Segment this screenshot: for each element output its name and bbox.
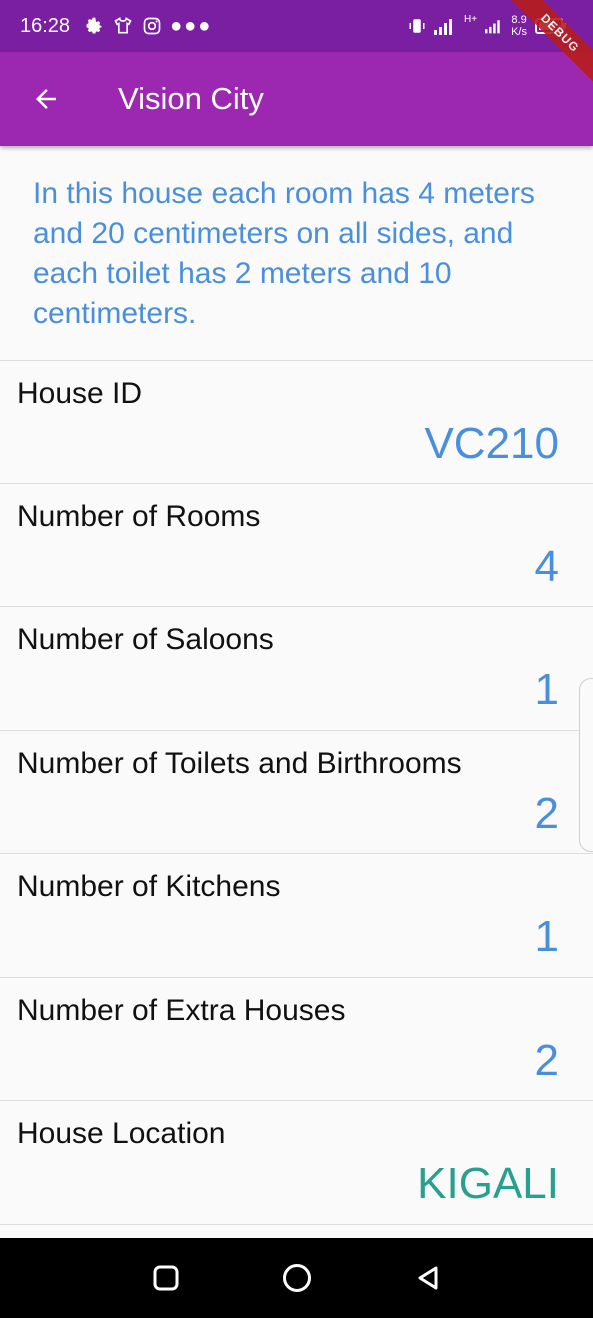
house-details-scroll[interactable]: In this house each room has 4 meters and… <box>0 146 593 1238</box>
row-divider <box>0 1224 593 1238</box>
back-icon <box>418 1266 437 1290</box>
detail-label: House Location <box>17 1117 226 1150</box>
detail-label: Number of Toilets and Birthrooms <box>17 747 462 780</box>
detail-label: Number of Extra Houses <box>17 994 346 1027</box>
detail-label: Number of Kitchens <box>17 870 281 903</box>
house-description: In this house each room has 4 meters and… <box>33 177 535 330</box>
more-dots-icon: ●●● <box>170 14 213 37</box>
detail-value: VC210 <box>424 419 559 468</box>
signal-strength-icon-2 <box>485 20 500 34</box>
detail-row-toilets: Number of Toilets and Birthrooms 2 <box>0 730 593 853</box>
detail-row-extra-houses: Number of Extra Houses 2 <box>0 977 593 1100</box>
arrow-left-icon <box>36 89 56 109</box>
detail-row-rooms: Number of Rooms 4 <box>0 483 593 606</box>
detail-value: 4 <box>534 542 559 591</box>
recent-apps-icon <box>153 1265 178 1291</box>
status-notification-icons: ●●● <box>84 15 212 38</box>
detail-value: 2 <box>534 1036 559 1085</box>
vibrate-icon <box>409 19 425 33</box>
app-bar: Vision City <box>0 52 593 146</box>
detail-value: 1 <box>534 665 559 714</box>
system-back-button[interactable] <box>408 1258 448 1298</box>
back-button[interactable] <box>16 69 76 129</box>
edge-panel-handle[interactable] <box>579 678 593 852</box>
detail-row-location: House Location KIGALI <box>0 1100 593 1223</box>
detail-value: 2 <box>534 789 559 838</box>
detail-value: 1 <box>534 912 559 961</box>
detail-label: House ID <box>17 377 143 410</box>
detail-row-saloons: Number of Saloons 1 <box>0 606 593 729</box>
home-button[interactable] <box>277 1258 317 1298</box>
detail-label: Number of Rooms <box>17 500 261 533</box>
detail-value-location: KIGALI <box>417 1159 559 1208</box>
home-icon <box>282 1264 311 1292</box>
signal-strength-icon <box>434 19 453 35</box>
recent-apps-button[interactable] <box>146 1258 186 1298</box>
detail-row-house-id: House ID VC210 <box>0 360 593 483</box>
status-time: 16:28 <box>20 14 71 37</box>
page-title: Vision City <box>118 81 264 116</box>
instagram-icon <box>143 17 161 35</box>
network-type-label: H+ <box>464 14 478 25</box>
tshirt-icon <box>114 17 132 34</box>
network-speed: 8.9 K/s <box>511 14 527 38</box>
detail-label: Number of Saloons <box>17 623 274 656</box>
settings-gear-icon <box>86 17 102 34</box>
detail-row-kitchens: Number of Kitchens 1 <box>0 853 593 976</box>
system-nav-bar <box>0 1238 593 1318</box>
status-bar: 16:28 ●●● H+ 8.9 K/s <box>0 0 593 52</box>
